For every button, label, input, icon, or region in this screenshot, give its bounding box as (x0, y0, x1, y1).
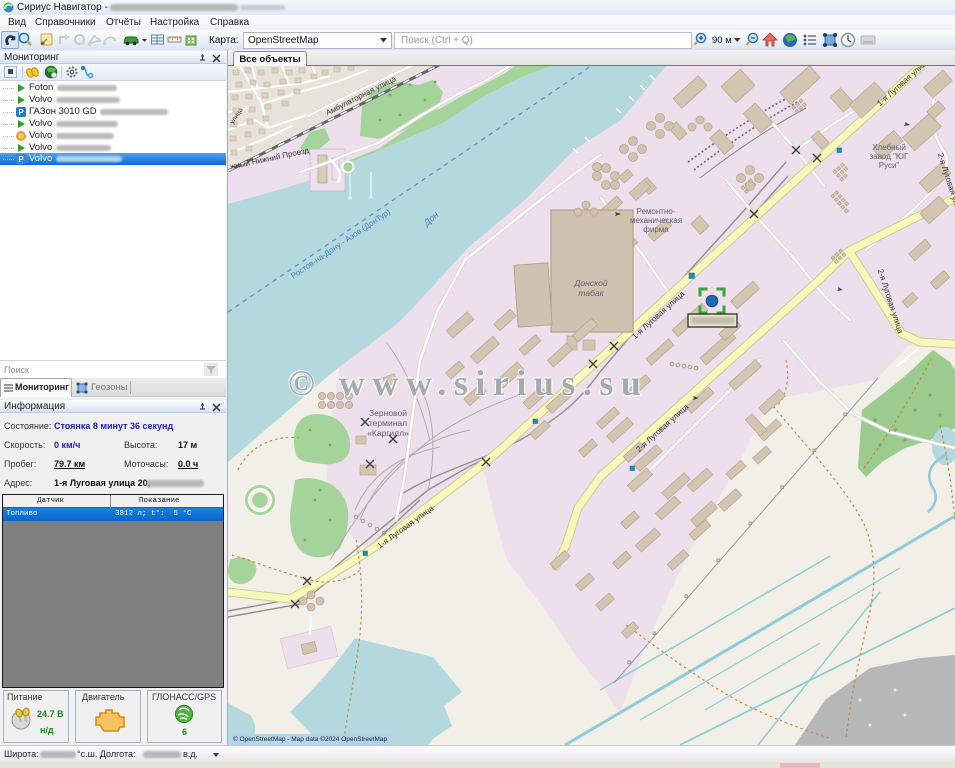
svg-text:Хлебный: Хлебный (872, 143, 906, 152)
svg-text:Руси": Руси" (879, 161, 900, 170)
svg-text:P: P (18, 108, 24, 117)
svg-text:Донской: Донской (573, 278, 607, 288)
svg-text:Зерновой: Зерновой (369, 408, 407, 418)
svg-text:«Каргилл»: «Каргилл» (367, 428, 409, 438)
svg-text:Ремонтно-: Ремонтно- (637, 207, 676, 216)
svg-text:механическая: механическая (630, 216, 682, 225)
svg-text:фирма: фирма (643, 225, 669, 234)
svg-text:терминал: терминал (369, 418, 407, 428)
svg-text:завод "ЮГ: завод "ЮГ (870, 152, 909, 161)
svg-text:P: P (18, 155, 24, 164)
svg-text:табак: табак (578, 288, 604, 298)
